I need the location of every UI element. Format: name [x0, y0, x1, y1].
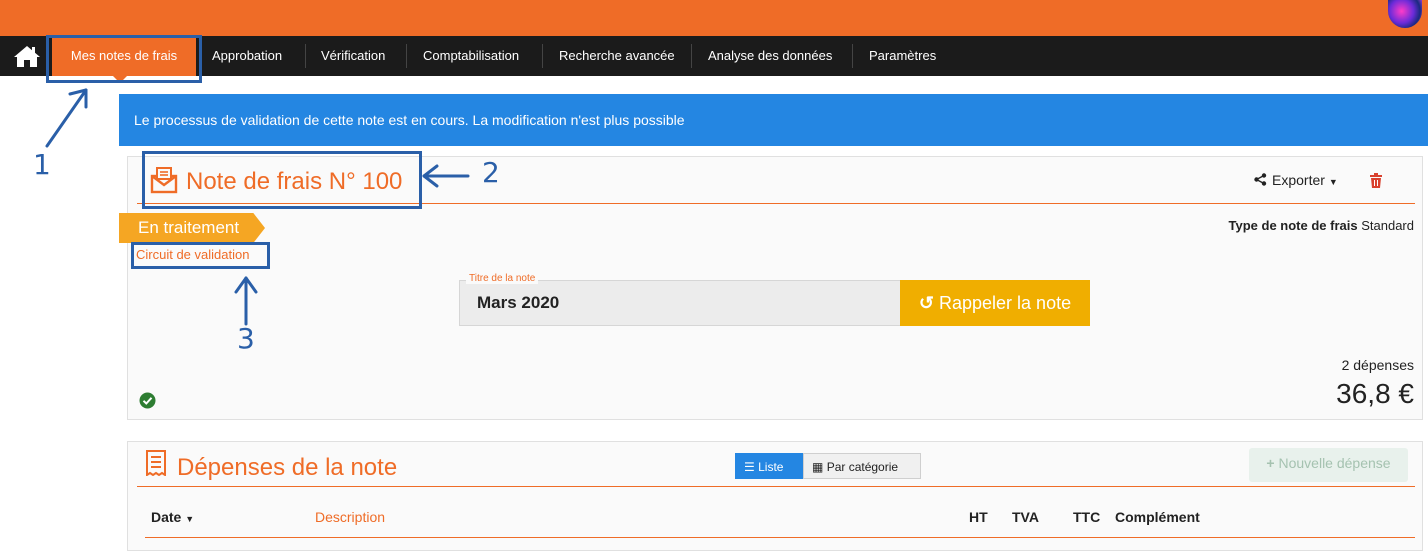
annotation-number-3: 3	[237, 322, 255, 355]
annotation-number-2: 2	[482, 156, 500, 189]
annotation-number-1: 1	[33, 148, 51, 181]
annotation-arrows	[45, 88, 470, 326]
